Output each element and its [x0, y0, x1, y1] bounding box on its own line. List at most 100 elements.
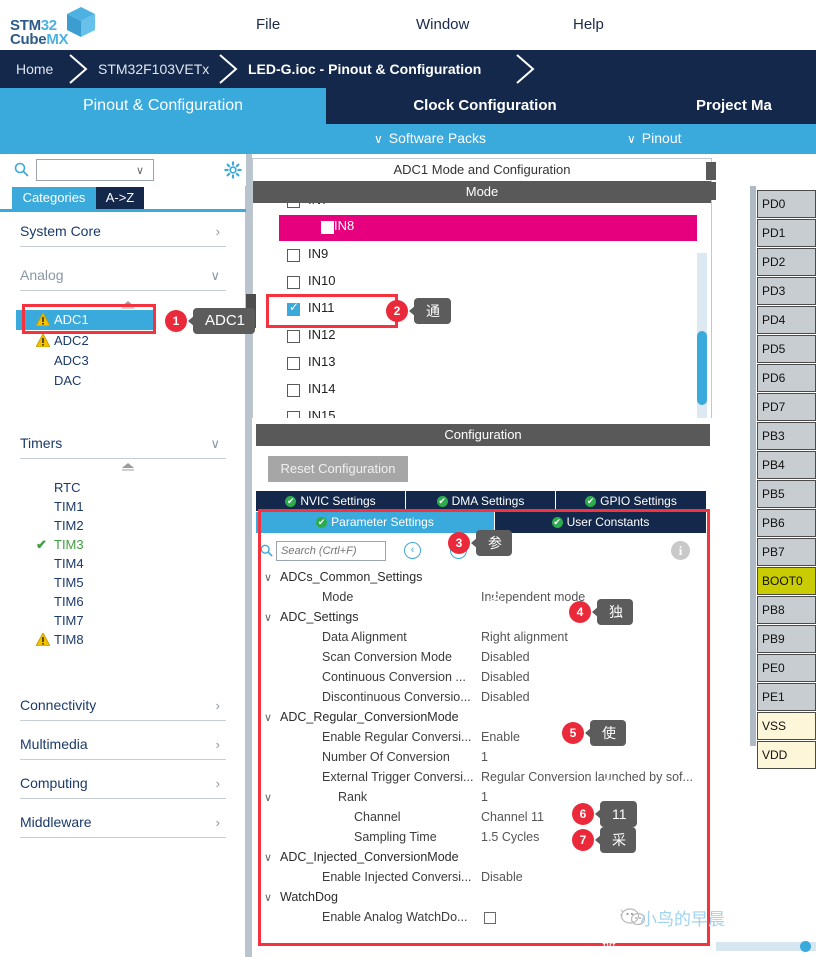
tab-nvic-settings[interactable]: ✔ NVIC Settings — [256, 491, 405, 511]
group-timers-label: Timers — [20, 435, 63, 451]
reset-configuration-button[interactable]: Reset Configuration — [268, 456, 408, 482]
pinout-menu[interactable]: ∨ Pinout — [627, 130, 682, 146]
list-item-in8[interactable]: IN8 — [279, 215, 697, 241]
checkbox-in13[interactable] — [287, 357, 300, 370]
tab-clock-configuration[interactable]: Clock Configuration — [327, 88, 643, 124]
tab-gpio-settings[interactable]: ✔ GPIO Settings — [556, 491, 706, 511]
cube-icon — [67, 7, 95, 37]
list-item-in13[interactable]: IN13 — [253, 351, 689, 377]
checkbox-in10[interactable] — [287, 276, 300, 289]
annotation-box-parameter-settings — [258, 509, 710, 946]
breadcrumb-file[interactable]: LED-G.ioc - Pinout & Configuration — [248, 61, 481, 77]
sidebar-item-adc3[interactable]: ADC3 — [0, 351, 226, 371]
search-icon — [14, 162, 29, 177]
group-connectivity[interactable]: Connectivity › — [20, 692, 226, 722]
sidebar-item-tim7-label: TIM7 — [54, 613, 84, 628]
list-item-in12-label: IN12 — [308, 327, 336, 342]
pin-vdd[interactable]: VDD — [757, 741, 816, 769]
sidebar-item-tim8[interactable]: TIM8 — [0, 630, 226, 650]
sidebar-item-tim2[interactable]: TIM2 — [0, 516, 226, 536]
sidebar-item-tim6[interactable]: TIM6 — [0, 592, 226, 612]
menu-window[interactable]: Window — [416, 16, 469, 33]
pin-pe0[interactable]: PE0 — [757, 654, 816, 682]
pin-pb7[interactable]: PB7 — [757, 538, 816, 566]
callout-3-text: 参数设置 — [476, 530, 512, 629]
checkbox-in7[interactable] — [287, 203, 300, 208]
list-item-in10[interactable]: IN10 — [253, 270, 689, 296]
group-multimedia-label: Multimedia — [20, 736, 88, 752]
group-system-core[interactable]: System Core › — [20, 218, 226, 248]
search-input[interactable] — [36, 159, 154, 181]
list-item-in7-label: IN7 — [308, 203, 328, 207]
breadcrumb-home[interactable]: Home — [16, 61, 53, 77]
tab-categories[interactable]: Categories — [12, 187, 96, 209]
watermark-text: 小鸟的早晨 — [640, 910, 725, 929]
pin-pd6[interactable]: PD6 — [757, 364, 816, 392]
gear-icon[interactable] — [224, 161, 242, 179]
tab-pinout-configuration[interactable]: Pinout & Configuration — [0, 88, 326, 124]
sidebar-item-adc2[interactable]: ADC2 — [0, 331, 226, 351]
main-tab-bar: Pinout & Configuration Clock Configurati… — [0, 88, 816, 124]
panel-collapse-handle-right-bottom[interactable] — [706, 182, 716, 200]
tab-project-manager[interactable]: Project Ma — [644, 88, 816, 124]
breadcrumb-chevron-icon-3 — [513, 50, 543, 88]
warning-icon-2 — [36, 334, 50, 347]
pin-pd0[interactable]: PD0 — [757, 190, 816, 218]
list-item-in14-label: IN14 — [308, 381, 336, 396]
tab-dma-settings[interactable]: ✔ DMA Settings — [406, 491, 555, 511]
sidebar-item-tim7[interactable]: TIM7 — [0, 611, 226, 631]
breadcrumb-chevron-icon — [66, 50, 96, 88]
sidebar-item-tim3[interactable]: ✔ TIM3 — [0, 535, 226, 555]
chevron-right-icon-connectivity: › — [215, 698, 220, 713]
pinout-label: Pinout — [641, 130, 682, 146]
checkbox-in8[interactable] — [321, 221, 334, 234]
menu-help[interactable]: Help — [573, 16, 604, 33]
pin-pd3[interactable]: PD3 — [757, 277, 816, 305]
pin-pd7[interactable]: PD7 — [757, 393, 816, 421]
sidebar-item-rtc[interactable]: RTC — [0, 478, 226, 498]
pin-vss[interactable]: VSS — [757, 712, 816, 740]
pin-pb3[interactable]: PB3 — [757, 422, 816, 450]
scroll-up-nub-icon-2[interactable] — [120, 462, 136, 472]
list-item-in9[interactable]: IN9 — [253, 243, 689, 269]
divider — [20, 837, 226, 838]
channel-list-scrollbar-thumb[interactable] — [697, 331, 707, 405]
pin-pd5[interactable]: PD5 — [757, 335, 816, 363]
pin-pb8[interactable]: PB8 — [757, 596, 816, 624]
group-timers[interactable]: Timers ∨ — [20, 430, 226, 460]
sidebar-item-tim5[interactable]: TIM5 — [0, 573, 226, 593]
callout-4-text: 独立模式 — [597, 599, 633, 698]
tab-a-to-z[interactable]: A->Z — [96, 187, 144, 209]
mode-section-header: Mode — [253, 181, 711, 203]
group-middleware[interactable]: Middleware › — [20, 809, 226, 839]
breadcrumb-mcu[interactable]: STM32F103VETx — [98, 61, 209, 77]
checkbox-in9[interactable] — [287, 249, 300, 262]
pin-pd4[interactable]: PD4 — [757, 306, 816, 334]
pin-pb9[interactable]: PB9 — [757, 625, 816, 653]
sidebar-item-tim8-label: TIM8 — [54, 632, 84, 647]
sidebar-item-dac[interactable]: DAC — [0, 371, 226, 391]
pin-boot0[interactable]: BOOT0 — [757, 567, 816, 595]
check-circle-icon-nvic: ✔ — [285, 496, 297, 508]
group-multimedia[interactable]: Multimedia › — [20, 731, 226, 761]
list-item-in7[interactable]: IN7 — [253, 203, 689, 215]
pin-pd1[interactable]: PD1 — [757, 219, 816, 247]
bottom-scroll-dot[interactable] — [800, 941, 811, 952]
group-analog[interactable]: Analog ∨ — [20, 262, 226, 292]
pin-pb5[interactable]: PB5 — [757, 480, 816, 508]
search-row: ∨ — [0, 154, 246, 186]
pin-pe1[interactable]: PE1 — [757, 683, 816, 711]
callout-2-text: 通道11 — [414, 298, 451, 371]
panel-collapse-handle-right-top[interactable] — [706, 162, 716, 180]
pin-pb6[interactable]: PB6 — [757, 509, 816, 537]
sidebar-item-tim1[interactable]: TIM1 — [0, 497, 226, 517]
pin-pb4[interactable]: PB4 — [757, 451, 816, 479]
sidebar-item-tim4[interactable]: TIM4 — [0, 554, 226, 574]
menu-file[interactable]: File — [256, 16, 280, 33]
software-packs-menu[interactable]: ∨ Software Packs — [374, 130, 486, 146]
checkbox-in12[interactable] — [287, 330, 300, 343]
list-item-in14[interactable]: IN14 — [253, 378, 689, 404]
checkbox-in14[interactable] — [287, 384, 300, 397]
group-computing[interactable]: Computing › — [20, 770, 226, 800]
pin-pd2[interactable]: PD2 — [757, 248, 816, 276]
